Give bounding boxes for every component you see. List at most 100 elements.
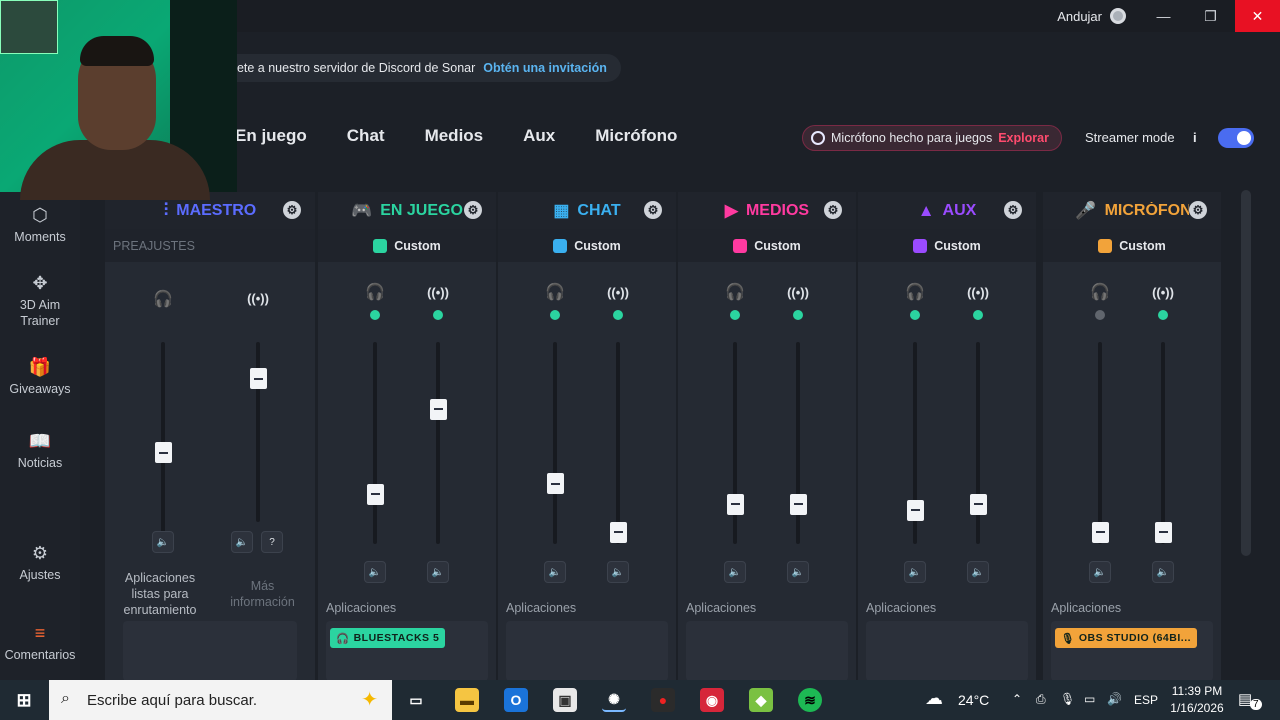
stream-volume-slider[interactable]	[789, 493, 807, 515]
preset-label: Custom	[574, 238, 621, 253]
more-info-link[interactable]: Más información	[220, 578, 305, 610]
headphone-icon[interactable]: 🎧	[723, 282, 747, 302]
gear-icon[interactable]: ⚙	[1189, 201, 1207, 219]
speaker-icon[interactable]: 🔈	[231, 531, 253, 553]
clock-time[interactable]: 11:39 PM	[1171, 684, 1223, 698]
broadcast-icon[interactable]: ((•))	[246, 291, 270, 306]
broadcast-icon[interactable]: ((•))	[1151, 285, 1175, 300]
preset-selector[interactable]: Custom	[678, 229, 856, 262]
invite-link[interactable]: Obtén una invitación	[483, 61, 607, 75]
file-explorer-icon[interactable]: ▬	[455, 688, 479, 712]
taskbar: ⊞ ⌕ Escribe aquí para buscar. ✦ ▭ ▬ O ▣ …	[0, 680, 1280, 720]
headphone-icon[interactable]: 🎧	[363, 282, 387, 302]
clock-date[interactable]: 1/16/2026	[1168, 701, 1226, 715]
speaker-icon[interactable]: 🔈	[364, 561, 386, 583]
sidebar-item-moments[interactable]: ⬡ Moments	[0, 204, 80, 245]
user-menu[interactable]: Andujar	[1057, 8, 1126, 24]
info-icon[interactable]: i	[1193, 130, 1197, 145]
speaker-icon[interactable]: 🔈	[152, 531, 174, 553]
tab-medios[interactable]: Medios	[425, 126, 484, 146]
headphone-icon[interactable]: 🎧	[151, 289, 175, 309]
master-headphone-slider[interactable]	[154, 442, 172, 463]
gear-icon[interactable]: ⚙	[644, 201, 662, 219]
tab-microfono[interactable]: Micrófono	[595, 126, 677, 146]
broadcast-icon[interactable]: ((•))	[426, 285, 450, 300]
steelseries-gg-icon[interactable]: ✺	[602, 688, 626, 712]
app-tag[interactable]: 🎧 BLUESTACKS 5	[330, 628, 446, 648]
apps-label: Aplicaciones	[326, 601, 397, 615]
mic-icon[interactable]: 🎙	[1060, 692, 1075, 706]
speaker-icon[interactable]: 🔈	[607, 561, 629, 583]
apps-drop-zone[interactable]	[506, 621, 668, 680]
apps-drop-zone[interactable]	[866, 621, 1028, 680]
sidebar-item-comentarios[interactable]: ≡ Comentarios	[0, 622, 80, 663]
streamer-mode-toggle[interactable]	[1218, 128, 1254, 148]
explore-link[interactable]: Explorar	[998, 131, 1049, 145]
speaker-icon[interactable]: 🔈	[1089, 561, 1111, 583]
broadcast-icon[interactable]: ((•))	[966, 285, 990, 300]
sidebar-item-label: Noticias	[17, 456, 63, 470]
stream-volume-slider[interactable]	[969, 493, 987, 515]
gear-icon[interactable]: ⚙	[824, 201, 842, 219]
bluestacks-icon[interactable]: ◆	[749, 688, 773, 712]
sidebar-item-giveaways[interactable]: 🎁 Giveaways	[0, 356, 80, 397]
headphone-volume-slider[interactable]	[1091, 521, 1109, 543]
speaker-icon[interactable]: 🔈	[967, 561, 989, 583]
weather-temp[interactable]: 24°C	[958, 692, 989, 708]
headphone-icon[interactable]: 🎧	[543, 282, 567, 302]
app-icon[interactable]: ●	[651, 688, 675, 712]
scrollbar[interactable]	[1241, 190, 1251, 556]
headphone-volume-slider[interactable]	[546, 473, 564, 495]
outlook-icon[interactable]: O	[504, 688, 528, 712]
headphone-volume-slider[interactable]	[366, 483, 384, 505]
preset-selector[interactable]: Custom	[1043, 229, 1221, 262]
close-button[interactable]: ✕	[1235, 0, 1280, 32]
preset-selector[interactable]: Custom	[498, 229, 676, 262]
mic-promo-pill[interactable]: Micrófono hecho para juegos Explorar	[802, 125, 1062, 151]
gear-icon[interactable]: ⚙	[1004, 201, 1022, 219]
stream-volume-slider[interactable]	[1154, 521, 1172, 543]
apps-drop-zone[interactable]	[686, 621, 848, 680]
speaker-icon[interactable]: 🔈	[724, 561, 746, 583]
tab-en-juego[interactable]: En juego	[235, 126, 307, 146]
speaker-icon[interactable]: 🔈	[1152, 561, 1174, 583]
speaker-icon[interactable]: 🔈	[544, 561, 566, 583]
headphone-volume-slider[interactable]	[906, 499, 924, 521]
speaker-icon[interactable]: 🔈	[787, 561, 809, 583]
preset-selector[interactable]: Custom	[318, 229, 496, 262]
sidebar-item-ajustes[interactable]: ⚙ Ajustes	[0, 542, 80, 583]
sidebar-item-aim-trainer[interactable]: ✥ 3D Aim Trainer	[0, 272, 80, 329]
gear-icon[interactable]: ⚙	[283, 201, 301, 219]
speaker-icon[interactable]: 🔈	[904, 561, 926, 583]
tab-aux[interactable]: Aux	[523, 126, 555, 146]
camera-icon[interactable]: ⎙	[1036, 692, 1046, 707]
gear-icon[interactable]: ⚙	[464, 201, 482, 219]
store-icon[interactable]: ▣	[553, 688, 577, 712]
broadcast-icon[interactable]: ((•))	[606, 285, 630, 300]
language-indicator[interactable]: ESP	[1134, 693, 1158, 707]
maximize-button[interactable]: ❐	[1188, 0, 1233, 32]
task-view-icon[interactable]: ▭	[404, 688, 428, 712]
headphone-icon[interactable]: 🎧	[903, 282, 927, 302]
speaker-icon[interactable]: 🔈	[427, 561, 449, 583]
spotify-icon[interactable]: ≋	[798, 688, 822, 712]
app-tag[interactable]: 🎙 OBS STUDIO (64BI...	[1055, 628, 1198, 648]
headphone-icon[interactable]: 🎧	[1088, 282, 1112, 302]
stream-volume-slider[interactable]	[429, 398, 447, 420]
tab-chat[interactable]: Chat	[347, 126, 385, 146]
master-stream-slider[interactable]	[249, 368, 267, 389]
app-icon[interactable]: ◉	[700, 688, 724, 712]
gamepad-icon: 🎮	[351, 200, 373, 220]
ear-icon[interactable]: ?	[261, 531, 283, 553]
broadcast-icon[interactable]: ((•))	[786, 285, 810, 300]
volume-icon[interactable]: 🔊	[1107, 692, 1122, 706]
sidebar-item-noticias[interactable]: 📖 Noticias	[0, 430, 80, 471]
windows-start-icon[interactable]: ⊞	[12, 688, 36, 712]
headphone-volume-slider[interactable]	[726, 493, 744, 515]
network-icon[interactable]: ▭	[1084, 692, 1095, 706]
preset-selector[interactable]: Custom	[858, 229, 1036, 262]
taskbar-search[interactable]: ⌕ Escribe aquí para buscar. ✦	[49, 680, 392, 720]
chevron-up-icon[interactable]: ⌃	[1012, 692, 1022, 706]
stream-volume-slider[interactable]	[609, 521, 627, 543]
minimize-button[interactable]: —	[1141, 0, 1186, 32]
